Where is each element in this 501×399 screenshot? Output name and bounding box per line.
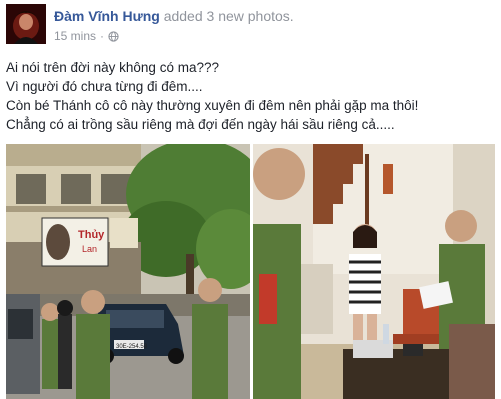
car-plate-text: 30E-254.58: [116, 344, 148, 350]
avatar[interactable]: [6, 4, 46, 44]
caption-line: Vì người đó chưa từng đi đêm....: [6, 79, 203, 94]
post-meta: 15 mins ·: [54, 29, 119, 43]
meta-separator: ·: [100, 29, 105, 43]
facebook-post: Đàm Vĩnh Hưng added 3 new photos. 15 min…: [0, 0, 501, 399]
caption-line: Ai nói trên đời này không có ma???: [6, 60, 219, 75]
post-header: Đàm Vĩnh Hưng added 3 new photos.: [54, 8, 294, 24]
timestamp-link[interactable]: 15 mins: [54, 29, 96, 43]
post-action-text: added 3 new photos.: [163, 8, 294, 24]
post-photo-street[interactable]: Thủy Lan 30E-254.58: [6, 144, 250, 399]
caption-line: Còn bé Thánh cô cô này thường xuyên đi đ…: [6, 98, 419, 113]
post-photo-interior[interactable]: [253, 144, 495, 399]
caption-line: Chẳng có ai trồng sầu riêng mà đợi đến n…: [6, 117, 395, 132]
shop-sign-text-1: Thủy: [78, 229, 105, 241]
author-name-link[interactable]: Đàm Vĩnh Hưng: [54, 8, 160, 24]
post-caption: Ai nói trên đời này không có ma??? Vì ng…: [6, 58, 496, 134]
shop-sign-text-2: Lan: [82, 244, 97, 254]
globe-icon[interactable]: [108, 30, 119, 42]
